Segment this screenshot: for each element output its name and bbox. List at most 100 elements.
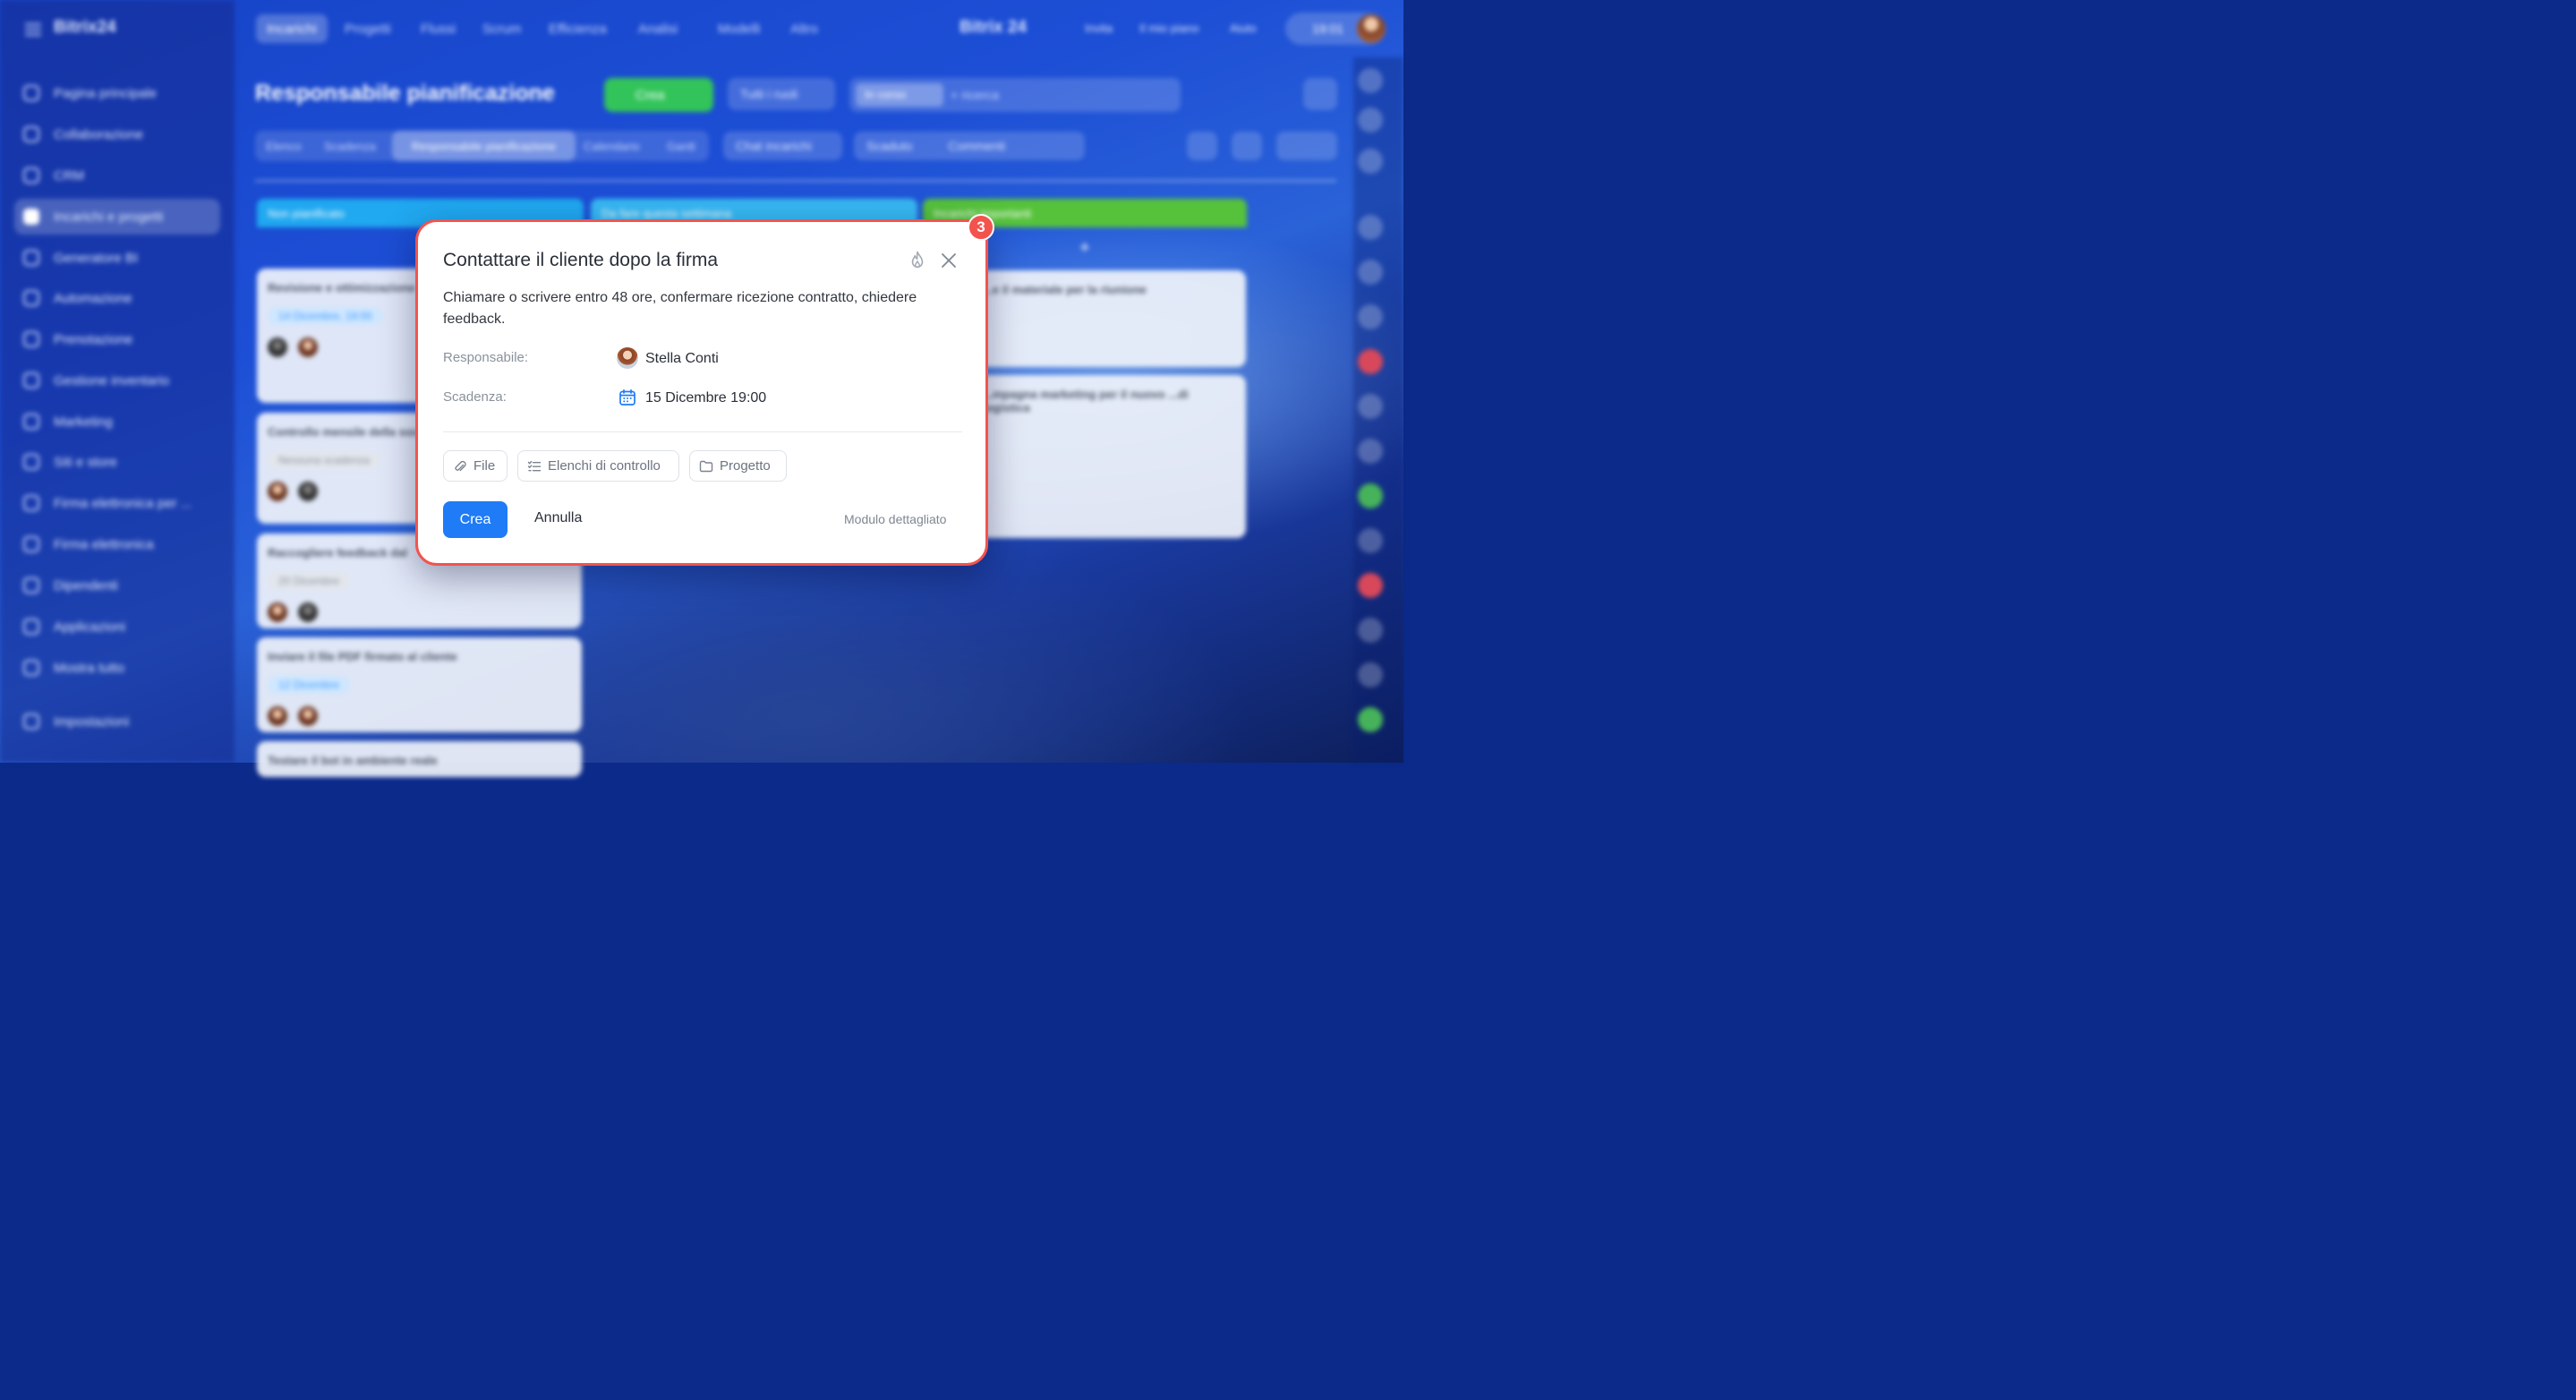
tab-efficienza[interactable]: Efficienza xyxy=(538,14,618,43)
chat-icon[interactable] xyxy=(1358,215,1383,240)
more-icon[interactable] xyxy=(1276,132,1337,160)
popup-divider xyxy=(443,431,962,432)
sidebar-item-show-all[interactable]: Mostra tutto xyxy=(14,650,220,686)
view-tab-gantt[interactable]: Gantt xyxy=(667,140,695,153)
robot-icon xyxy=(23,290,39,306)
create-button[interactable]: Crea xyxy=(443,501,508,538)
fire-icon[interactable] xyxy=(908,251,926,270)
group-icon[interactable] xyxy=(1232,132,1262,160)
sidebar-item-collaboration[interactable]: Collaborazione xyxy=(14,116,220,152)
task-card[interactable]: Testare il bot in ambiente reale xyxy=(257,741,582,777)
popup-title[interactable]: Contattare il cliente dopo la firma xyxy=(443,250,718,271)
file-chip[interactable]: File xyxy=(443,450,508,482)
filter-chip[interactable]: In corso xyxy=(856,83,943,107)
calendar-icon xyxy=(619,388,635,405)
project-chip[interactable]: Progetto xyxy=(689,450,787,482)
step-badge: 3 xyxy=(968,214,994,241)
tab-altro[interactable]: Altro xyxy=(780,14,829,43)
bell-icon[interactable] xyxy=(1358,68,1383,93)
responsible-avatar xyxy=(617,347,638,369)
chat-icon[interactable] xyxy=(1358,528,1383,553)
roles-dropdown[interactable]: Tutti i ruoli xyxy=(728,78,835,110)
responsible-name[interactable]: Stella Conti xyxy=(645,351,719,367)
chat-icon[interactable] xyxy=(1358,349,1383,374)
avatar xyxy=(298,337,318,357)
sidebar-item-crm[interactable]: CRM xyxy=(14,158,220,193)
sidebar-item-automation[interactable]: Automazione xyxy=(14,280,220,316)
popup-description[interactable]: Chiamare o scrivere entro 48 ore, confer… xyxy=(443,287,958,330)
create-task-button[interactable]: Crea xyxy=(604,78,713,112)
chat-button[interactable]: Chat incarichi xyxy=(723,132,842,160)
close-icon[interactable] xyxy=(940,252,958,269)
home-icon xyxy=(23,85,39,101)
gear-icon xyxy=(23,713,39,730)
sidebar-item-esign-for[interactable]: Firma elettronica per ... xyxy=(14,485,220,521)
target-icon xyxy=(23,414,39,430)
view-tab-planner[interactable]: Responsabile pianificazione xyxy=(392,131,576,161)
deadline-value[interactable]: 15 Dicembre 19:00 xyxy=(645,390,766,406)
tab-incarichi[interactable]: Incarichi xyxy=(256,14,328,43)
chat-icon[interactable] xyxy=(1358,573,1383,598)
tab-scrum[interactable]: Scrum xyxy=(472,14,532,43)
avatar xyxy=(298,706,318,726)
invite-button[interactable]: Invita xyxy=(1085,21,1113,35)
page-title: Responsabile pianificazione xyxy=(255,81,555,106)
add-icon[interactable]: + xyxy=(1079,238,1090,259)
help-button[interactable]: Aiuto xyxy=(1230,21,1257,35)
list-icon[interactable] xyxy=(1187,132,1217,160)
counter-overdue[interactable]: Scaduto xyxy=(866,139,912,153)
sidebar-item-settings[interactable]: Impostazioni xyxy=(14,704,220,739)
avatar[interactable] xyxy=(1358,394,1383,419)
checklist-icon xyxy=(527,460,542,471)
filter-icon xyxy=(23,167,39,184)
plan-button[interactable]: Il mio piano xyxy=(1139,21,1198,35)
sidebar-item-tasks[interactable]: Incarichi e progetti xyxy=(14,199,220,235)
view-tab-deadline[interactable]: Scadenza xyxy=(324,140,376,153)
sidebar-item-booking[interactable]: Prenotazione xyxy=(14,321,220,357)
responsible-label: Responsabile: xyxy=(443,350,529,365)
checklists-chip[interactable]: Elenchi di controllo xyxy=(517,450,679,482)
sidebar-item-sites[interactable]: Siti e store xyxy=(14,444,220,480)
group-icon[interactable] xyxy=(1358,483,1383,508)
divider xyxy=(255,180,1336,182)
task-card[interactable]: ...e il materiale per la riunione xyxy=(968,270,1246,367)
sidebar-item-home[interactable]: Pagina principale xyxy=(14,75,220,111)
settings-icon[interactable] xyxy=(1303,78,1337,110)
avatar xyxy=(268,602,287,622)
avatar[interactable] xyxy=(1358,662,1383,687)
chat-icon[interactable] xyxy=(1358,618,1383,643)
avatar xyxy=(268,706,287,726)
search-icon[interactable] xyxy=(1358,149,1383,174)
sidebar-item-employees[interactable]: Dipendenti xyxy=(14,568,220,603)
tab-modelli[interactable]: Modelli xyxy=(707,14,772,43)
chat-icon[interactable] xyxy=(1358,260,1383,285)
tasks-icon[interactable] xyxy=(1358,107,1383,132)
view-tab-calendar[interactable]: Calendario xyxy=(584,140,640,153)
user-avatar[interactable] xyxy=(1357,14,1386,43)
avatar[interactable] xyxy=(1358,439,1383,464)
task-card[interactable]: Inviare il file PDF firmato al cliente 1… xyxy=(257,637,582,732)
tab-progetti[interactable]: Progetti xyxy=(334,14,402,43)
detailed-form-link[interactable]: Modulo dettagliato xyxy=(844,512,946,526)
logo: Bitrix24 xyxy=(54,18,116,37)
sidebar-item-esign[interactable]: Firma elettronica xyxy=(14,526,220,562)
cancel-button[interactable]: Annulla xyxy=(534,510,582,526)
people-icon xyxy=(23,577,39,593)
avatar xyxy=(298,482,318,501)
counter-comments[interactable]: Commenti xyxy=(948,139,1005,153)
chat-icon[interactable] xyxy=(1358,304,1383,329)
avatar[interactable] xyxy=(1358,707,1383,732)
task-card[interactable]: ...mpagna marketing per il nuovo ...di l… xyxy=(968,375,1246,538)
sidebar-item-apps[interactable]: Applicazioni xyxy=(14,609,220,645)
counters: Scaduto Commenti xyxy=(854,132,1085,160)
check-icon xyxy=(23,209,39,225)
tab-analisi[interactable]: Analisi xyxy=(627,14,688,43)
sidebar-item-bi[interactable]: Generatore BI xyxy=(14,240,220,276)
sidebar: Bitrix24 Pagina principale Collaborazion… xyxy=(0,0,235,763)
tab-flussi[interactable]: Flussi xyxy=(410,14,466,43)
sidebar-item-inventory[interactable]: Gestione inventario xyxy=(14,363,220,398)
avatar xyxy=(268,337,287,357)
sidebar-item-marketing[interactable]: Marketing xyxy=(14,404,220,440)
search-input[interactable]: + ricerca xyxy=(951,88,999,102)
view-tab-list[interactable]: Elenco xyxy=(266,140,302,153)
